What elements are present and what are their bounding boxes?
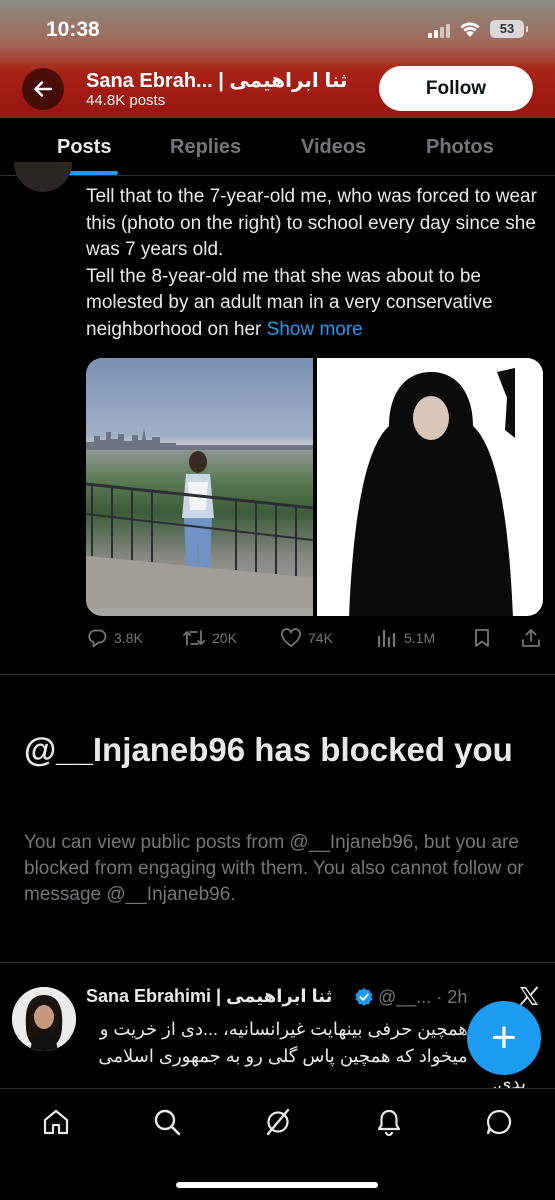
- bookmark-button[interactable]: [472, 626, 492, 650]
- tab-posts[interactable]: Posts: [57, 136, 111, 159]
- notifications-icon[interactable]: [374, 1107, 404, 1137]
- divider: [0, 962, 555, 963]
- repost-count: 20K: [212, 630, 237, 646]
- analytics-icon: [377, 629, 396, 648]
- reply-count: 3.8K: [114, 630, 143, 646]
- tweet-line: Tell that to the 7-year-old me, who was …: [86, 186, 537, 260]
- follow-button[interactable]: Follow: [379, 66, 533, 111]
- tweet-text: که زدن همچین حرفی بینهایت غیرانسانیه، ..…: [98, 1019, 526, 1093]
- reply-icon: [88, 629, 107, 648]
- tweet-text: Tell that to the 7-year-old me, who was …: [86, 184, 546, 343]
- verified-badge-icon: [355, 988, 373, 1006]
- tweet-time: · 2h: [436, 987, 468, 1007]
- repost-icon: [183, 630, 205, 646]
- search-icon[interactable]: [152, 1107, 182, 1137]
- back-button[interactable]: [22, 68, 64, 110]
- share-button[interactable]: [520, 626, 542, 650]
- grok-icon[interactable]: [263, 1107, 293, 1137]
- share-icon: [522, 629, 540, 647]
- author-handle: @__... · 2h: [378, 987, 467, 1008]
- handle-text: @__...: [378, 987, 432, 1007]
- photo-seattle[interactable]: [86, 358, 313, 616]
- tweet-line-with-more: Tell the 8-year-old me that she was abou…: [86, 264, 546, 344]
- tab-photos[interactable]: Photos: [426, 136, 494, 159]
- show-more-link[interactable]: Show more: [267, 319, 363, 340]
- avatar[interactable]: [14, 162, 72, 192]
- like-count: 74K: [308, 630, 333, 646]
- home-indicator: [176, 1182, 378, 1188]
- like-button[interactable]: 74K: [280, 626, 333, 650]
- city-skyline: [86, 428, 313, 450]
- battery-indicator: 53: [490, 20, 528, 38]
- railing: [86, 482, 313, 608]
- post-count: 44.8K posts: [86, 92, 166, 109]
- status-bar: 10:38 53: [0, 0, 555, 60]
- reply-button[interactable]: 3.8K: [86, 626, 143, 650]
- black-chador-figure: [349, 368, 515, 616]
- tab-videos[interactable]: Videos: [301, 136, 366, 159]
- cellular-signal-icon: [428, 24, 452, 38]
- photo-hijab[interactable]: [317, 358, 543, 616]
- profile-tabs: Posts Replies Videos Photos: [0, 118, 555, 176]
- heart-icon: [281, 628, 301, 647]
- avatar[interactable]: [12, 987, 76, 1051]
- compose-post-button[interactable]: +: [467, 1001, 541, 1075]
- bookmark-icon: [475, 629, 489, 647]
- profile-name: Sana Ebrah... | ثنا ابراهیمی: [86, 70, 348, 92]
- tweet-media[interactable]: [86, 358, 543, 616]
- repost-button[interactable]: 20K: [182, 626, 237, 650]
- plus-icon: +: [491, 1013, 517, 1062]
- profile-header: 10:38 53 Sana Ebrah... | ثنا ابراهیمی 44…: [0, 0, 555, 118]
- divider: [0, 674, 555, 675]
- arrow-left-icon: [34, 81, 53, 97]
- views-button[interactable]: 5.1M: [376, 626, 435, 650]
- tab-replies[interactable]: Replies: [170, 136, 241, 159]
- blocked-description: You can view public posts from @__Injane…: [24, 832, 524, 905]
- status-time: 10:38: [46, 18, 100, 41]
- tweet-actions: 3.8K 20K 74K 5.1M: [86, 626, 546, 650]
- messages-icon[interactable]: [484, 1107, 514, 1137]
- avatar-portrait: [12, 987, 76, 1051]
- wifi-icon: [460, 22, 480, 37]
- home-icon[interactable]: [41, 1107, 71, 1137]
- author-name[interactable]: Sana Ebrahimi | ثنا ابراهیمی: [86, 986, 332, 1007]
- blocked-title: @__Injaneb96 has blocked you: [24, 731, 513, 768]
- view-count: 5.1M: [404, 630, 436, 646]
